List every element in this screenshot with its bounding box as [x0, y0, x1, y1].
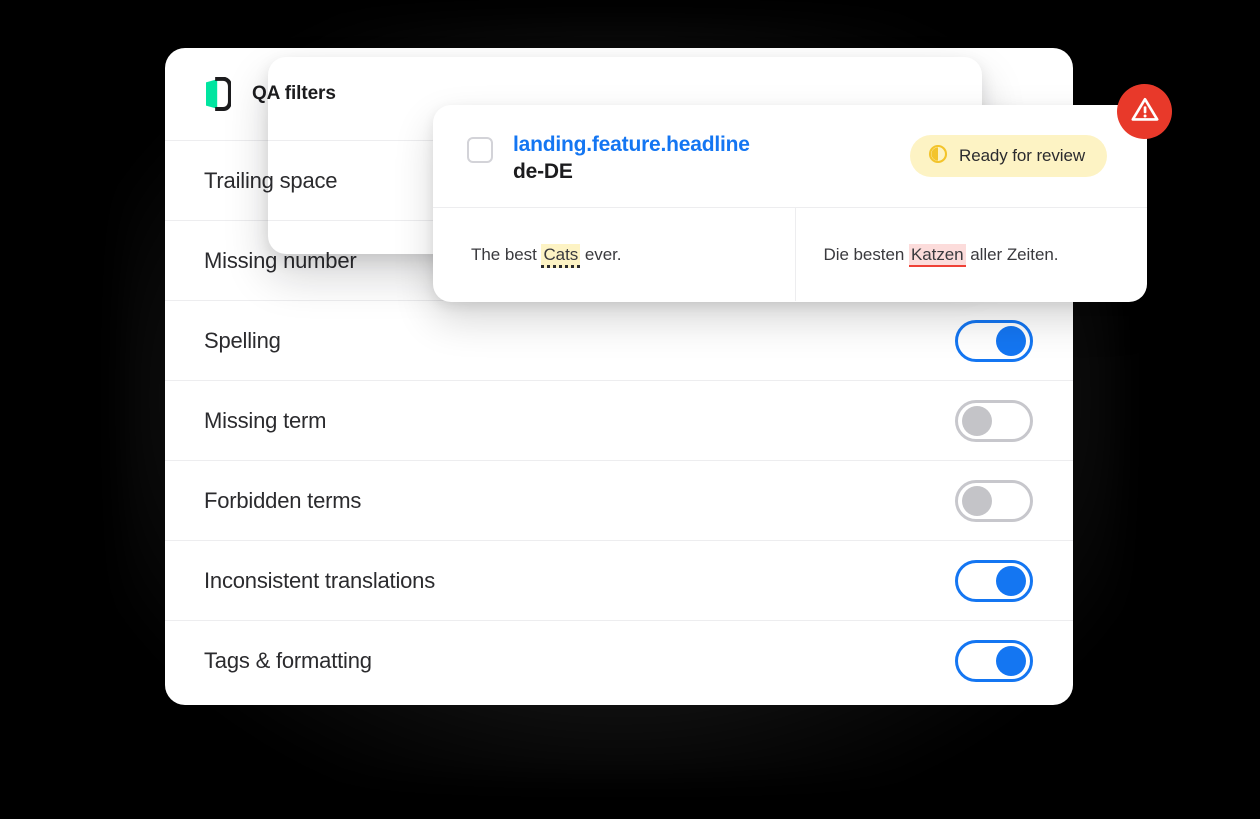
segment-key-block: landing.feature.headline de-DE — [513, 132, 750, 186]
filter-row-label: Missing term — [204, 407, 327, 433]
status-badge[interactable]: Ready for review — [910, 135, 1107, 177]
filter-toggle-knob — [996, 646, 1026, 676]
filter-toggle-knob — [996, 325, 1026, 356]
filter-row-label: Trailing space — [204, 167, 338, 193]
target-text-before: Die besten — [823, 244, 909, 264]
status-badge-label: Ready for review — [959, 146, 1085, 165]
filter-row[interactable]: Tags & formatting — [165, 621, 1073, 701]
filter-toggle-knob — [996, 565, 1026, 596]
segment-target-pane[interactable]: Die besten Katzen aller Zeiten. — [794, 208, 1148, 301]
segment-card-body: The best Cats ever. Die besten Katzen al… — [433, 208, 1147, 301]
target-text-after: aller Zeiten. — [965, 244, 1059, 264]
screenshot-stage: QA filters Trailing space Missing number S… — [0, 0, 1260, 819]
filter-row-label: Tags & formatting — [204, 648, 372, 673]
filter-row-label: Missing number — [204, 247, 357, 273]
target-qa-highlight: Katzen — [908, 243, 966, 267]
segment-source-text: The best Cats ever. — [471, 243, 622, 268]
filter-toggle-knob — [962, 485, 992, 516]
source-text-after: ever. — [580, 244, 622, 264]
lokalise-book-logo-icon — [204, 76, 233, 112]
segment-select-checkbox[interactable] — [467, 137, 493, 163]
filter-toggle-knob — [962, 405, 992, 436]
segment-card-header: landing.feature.headline de-DE Ready for… — [433, 105, 1147, 208]
filter-toggle[interactable] — [955, 559, 1033, 602]
page-title: QA filters — [252, 83, 336, 104]
source-qa-highlight: Cats — [541, 243, 581, 268]
segment-source-pane[interactable]: The best Cats ever. — [433, 208, 795, 301]
segment-locale: de-DE — [513, 159, 573, 183]
filter-row[interactable]: Forbidden terms — [165, 461, 1073, 541]
filter-row-label: Inconsistent translations — [204, 567, 436, 593]
filter-row[interactable]: Spelling — [165, 301, 1073, 381]
filter-toggle[interactable] — [955, 319, 1033, 362]
source-text-before: The best — [471, 244, 542, 264]
filter-row-label: Spelling — [204, 327, 281, 353]
filter-row-label: Forbidden terms — [204, 487, 362, 513]
filter-toggle[interactable] — [955, 399, 1033, 442]
error-badge[interactable] — [1117, 84, 1172, 139]
segment-target-text: Die besten Katzen aller Zeiten. — [823, 243, 1059, 267]
filter-toggle[interactable] — [955, 479, 1033, 522]
segment-key[interactable]: landing.feature.headline — [513, 132, 750, 159]
filter-toggle[interactable] — [955, 640, 1033, 682]
half-circle-progress-icon — [928, 144, 948, 169]
filter-row[interactable]: Inconsistent translations — [165, 541, 1073, 621]
segment-card: landing.feature.headline de-DE Ready for… — [433, 105, 1147, 302]
warning-triangle-icon — [1130, 94, 1160, 129]
filter-row[interactable]: Missing term — [165, 381, 1073, 461]
